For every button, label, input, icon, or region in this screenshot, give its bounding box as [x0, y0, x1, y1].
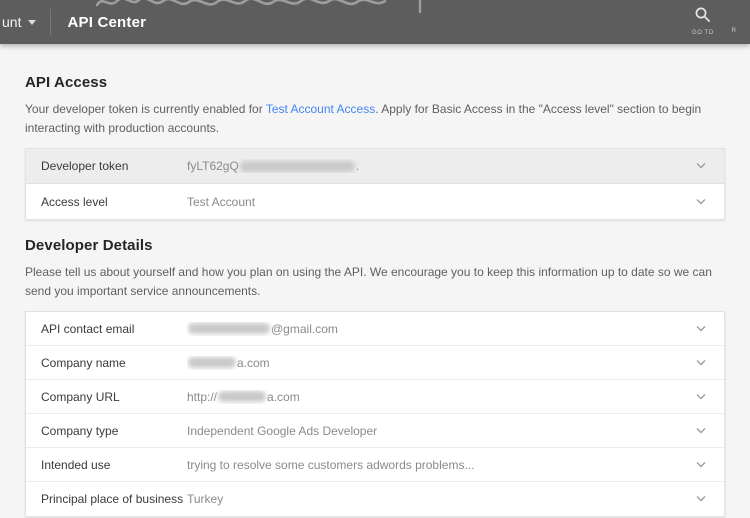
developer-details-table: API contact email @gmail.com Company name a…	[25, 311, 725, 518]
value-text: Independent Google Ads Developer	[187, 423, 378, 438]
settings-row-api-contact-email[interactable]: API contact email @gmail.com	[26, 312, 724, 347]
truncated-nav-item[interactable]: R	[732, 28, 736, 34]
account-menu[interactable]: unt	[0, 14, 37, 30]
row-label: Principal place of business	[41, 492, 184, 507]
settings-row-access-level[interactable]: Access level Test Account	[26, 184, 724, 220]
settings-row-company-url[interactable]: Company URL http:// a.com	[26, 380, 724, 415]
search-icon	[694, 6, 711, 28]
expand-chevron-down-icon[interactable]	[695, 162, 707, 170]
expand-chevron-down-icon[interactable]	[695, 198, 707, 206]
api-access-description: Your developer token is currently enable…	[25, 100, 725, 137]
row-value: @gmail.com	[187, 322, 685, 336]
redacted-value-blur	[188, 357, 236, 369]
value-text: http://	[187, 389, 218, 404]
row-label: Intended use	[41, 457, 111, 472]
redacted-value-blur	[239, 160, 355, 172]
value-text: trying to resolve some customers adwords…	[187, 457, 475, 472]
row-value: a.com	[187, 356, 685, 370]
value-text: Turkey	[187, 492, 224, 507]
row-value: Turkey	[187, 492, 685, 506]
value-text: fyLT62gQ	[187, 159, 239, 174]
description-text-before: Your developer token is currently enable…	[25, 102, 266, 116]
expand-chevron-down-icon[interactable]	[695, 325, 707, 333]
settings-row-company-name[interactable]: Company name a.com	[26, 346, 724, 381]
settings-row-developer-token[interactable]: Developer token fyLT62gQ.	[26, 149, 724, 185]
api-access-table: Developer token fyLT62gQ. Access level Test…	[25, 148, 725, 221]
header-divider	[50, 9, 52, 35]
value-text: @gmail.com	[271, 321, 338, 336]
expand-chevron-down-icon[interactable]	[695, 427, 707, 435]
settings-row-principal-place-of-business[interactable]: Principal place of business Turkey	[26, 482, 724, 517]
test-account-access-link[interactable]: Test Account Access	[266, 102, 375, 116]
row-value: fyLT62gQ.	[187, 159, 685, 173]
go-to-label: GO TO	[692, 30, 714, 36]
developer-details-description: Please tell us about yourself and how yo…	[25, 265, 712, 298]
row-value: trying to resolve some customers adwords…	[187, 458, 685, 472]
row-value: Independent Google Ads Developer	[187, 424, 685, 438]
row-label: Company type	[41, 423, 119, 438]
row-label: Company name	[41, 355, 126, 370]
expand-chevron-down-icon[interactable]	[695, 461, 707, 469]
redacted-value-blur	[218, 391, 267, 403]
top-app-bar: unt API Center GO TO R	[0, 0, 750, 44]
value-text: a.com	[267, 389, 300, 404]
row-value: Test Account	[187, 195, 685, 209]
row-value: http:// a.com	[187, 390, 685, 404]
main-content: API Access Your developer token is curre…	[0, 44, 750, 518]
settings-row-intended-use[interactable]: Intended use trying to resolve some custo…	[26, 448, 724, 483]
handwritten-scribble-redaction	[95, 0, 422, 14]
row-label: Access level	[41, 194, 108, 209]
chevron-down-icon	[28, 19, 37, 25]
developer-details-heading: Developer Details	[25, 237, 153, 255]
value-text: .	[355, 159, 360, 174]
row-label: API contact email	[41, 321, 135, 336]
expand-chevron-down-icon[interactable]	[695, 495, 707, 503]
redacted-value-blur	[188, 323, 270, 335]
row-label: Developer token	[41, 159, 129, 174]
page-title: API Center	[67, 13, 147, 31]
api-access-heading: API Access	[25, 74, 108, 91]
expand-chevron-down-icon[interactable]	[695, 359, 707, 367]
row-label: Company URL	[41, 389, 120, 404]
go-to-search-button[interactable]: GO TO	[692, 6, 714, 36]
expand-chevron-down-icon[interactable]	[695, 393, 707, 401]
value-text: a.com	[237, 355, 270, 370]
account-menu-label: unt	[2, 14, 22, 30]
value-text: Test Account	[187, 194, 256, 209]
settings-row-company-type[interactable]: Company type Independent Google Ads Devel…	[26, 414, 724, 449]
